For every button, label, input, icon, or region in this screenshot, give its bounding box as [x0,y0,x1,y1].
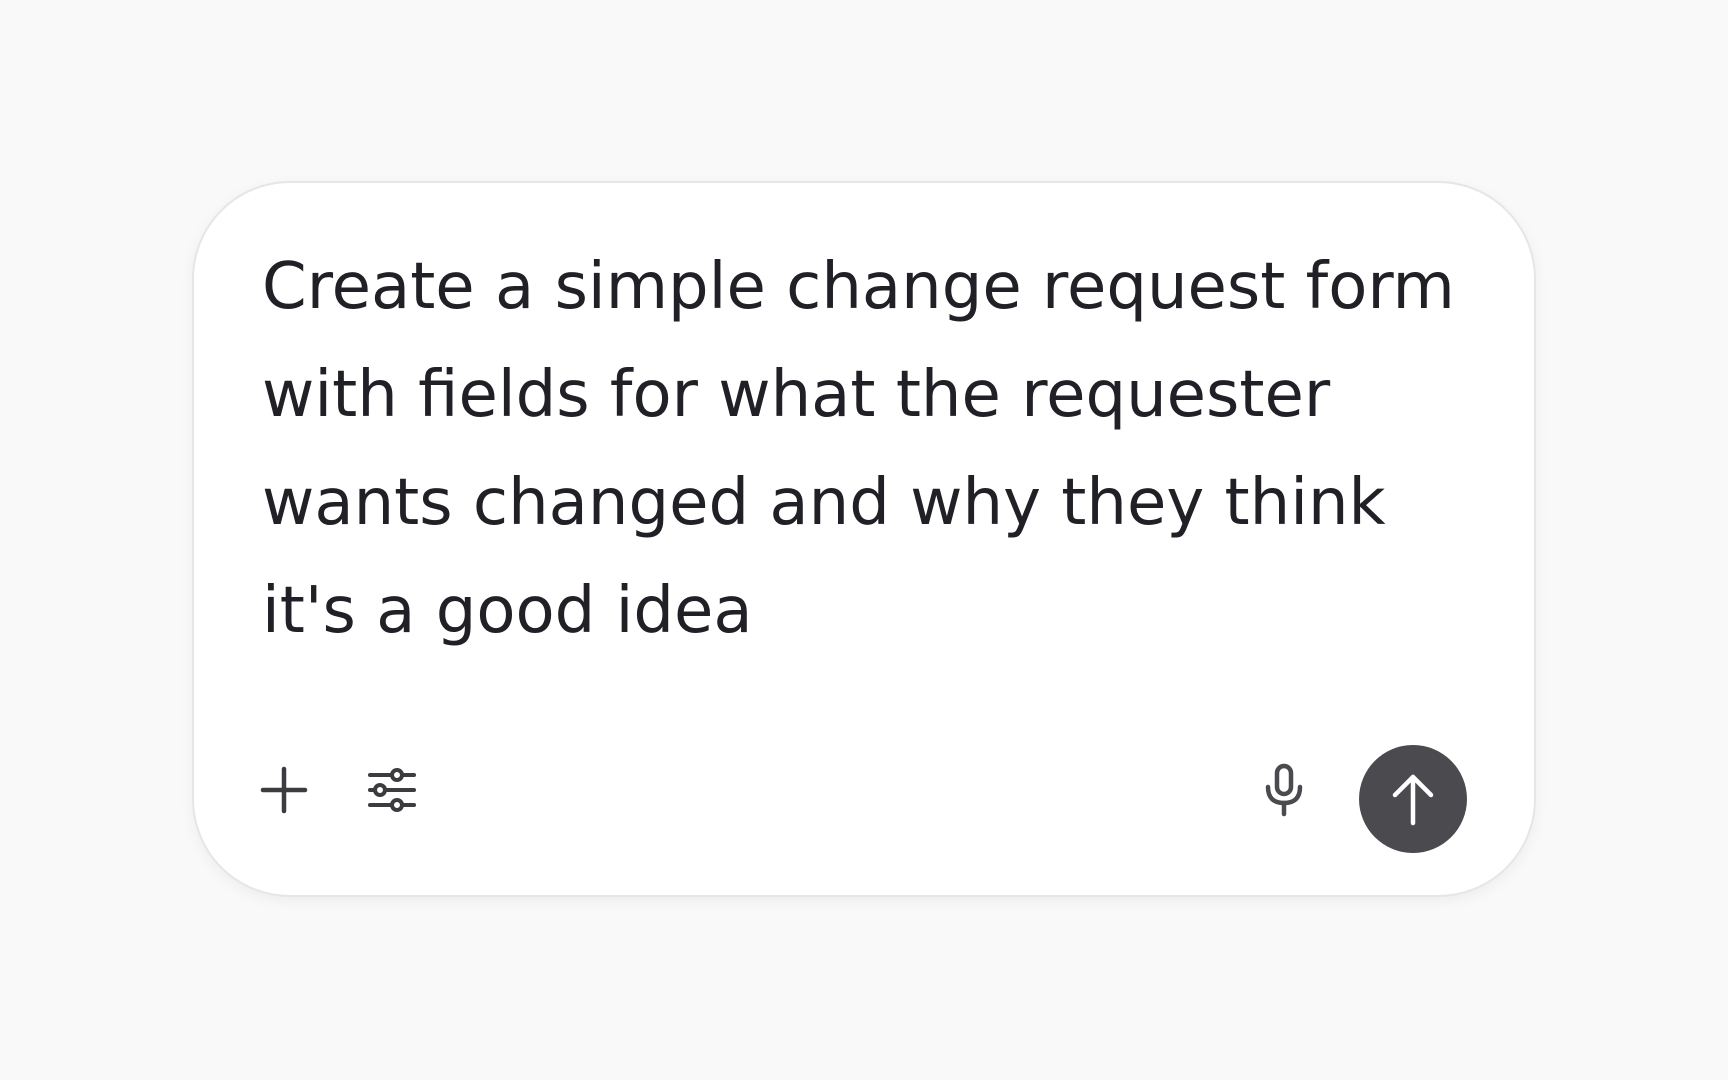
arrow-up-icon [1387,771,1439,827]
microphone-icon [1259,762,1309,818]
chat-composer[interactable]: Create a simple change request form with… [192,181,1536,897]
send-button[interactable] [1359,745,1467,853]
prompt-input[interactable]: Create a simple change request form with… [262,233,1472,665]
options-button[interactable] [362,760,422,820]
add-attachment-button[interactable] [254,760,314,820]
voice-input-button[interactable] [1254,760,1314,820]
sliders-icon [367,765,417,815]
plus-icon [259,765,309,815]
